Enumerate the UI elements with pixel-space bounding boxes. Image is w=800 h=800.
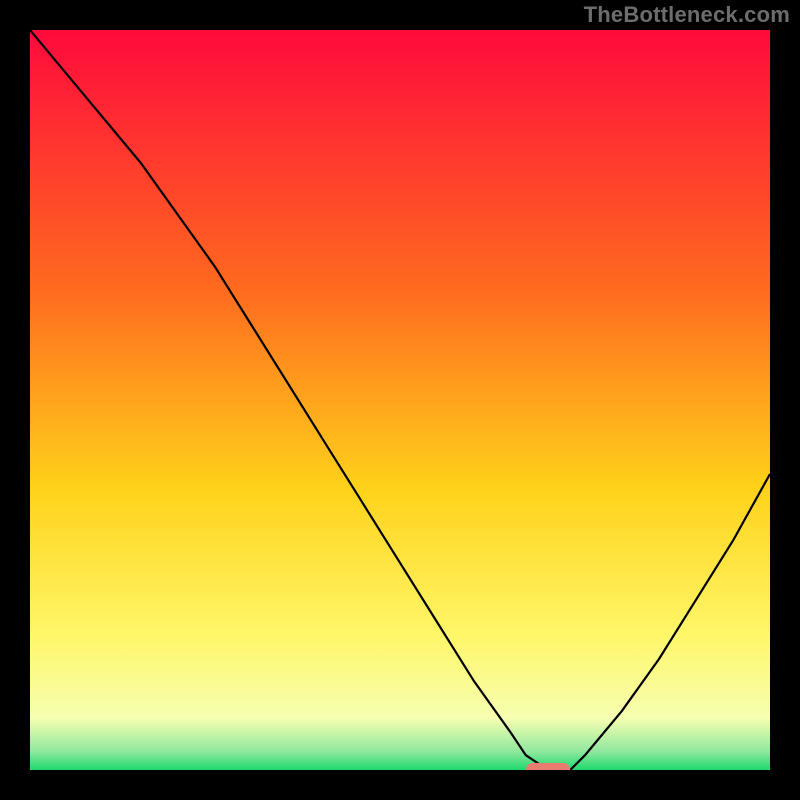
optimal-marker — [526, 763, 570, 770]
bottleneck-plot — [30, 30, 770, 770]
chart-frame: TheBottleneck.com — [0, 0, 800, 800]
watermark-text: TheBottleneck.com — [584, 2, 790, 28]
